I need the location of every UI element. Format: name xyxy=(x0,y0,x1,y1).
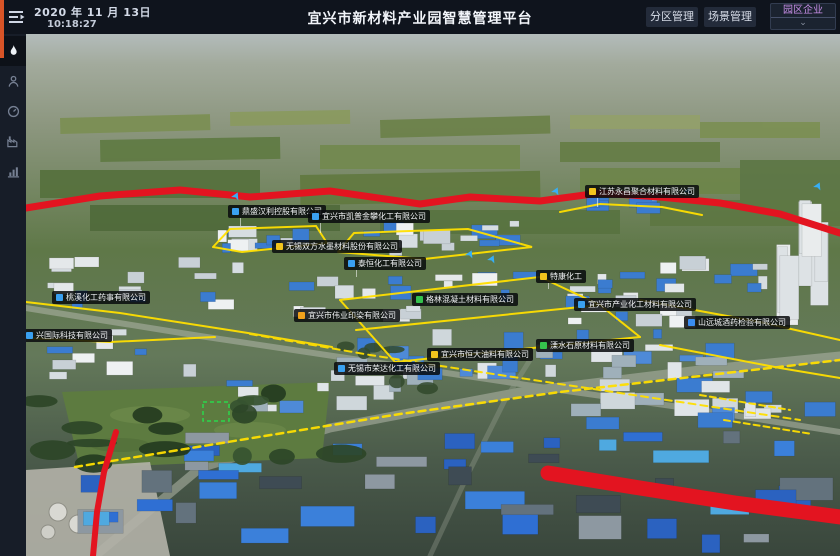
map-company-label[interactable]: 格林混凝土材料有限公司 xyxy=(412,293,518,306)
company-name: 兴国际科技有限公司 xyxy=(36,330,108,341)
map-company-label[interactable]: 宜兴市恒大油料有限公司 xyxy=(427,348,533,361)
company-name: 江苏永昌聚合材料有限公司 xyxy=(599,186,695,197)
chevron-down-icon: ⌄ xyxy=(771,18,835,29)
map-company-label[interactable]: 泰恒化工有限公司 xyxy=(344,257,426,270)
company-name: 宜兴市凯普金攀化工有限公司 xyxy=(322,211,426,222)
park-enterprise-dropdown[interactable]: 园区企业 ⌄ xyxy=(770,3,836,30)
flame-icon xyxy=(7,44,20,58)
person-icon xyxy=(7,75,20,88)
company-name: 特康化工 xyxy=(550,271,582,282)
map-company-label[interactable]: 宜兴市产业化工材料有限公司 xyxy=(574,298,696,311)
company-marker-icon xyxy=(348,260,355,267)
company-marker-icon xyxy=(589,188,596,195)
company-name: 溧水石原材料有限公司 xyxy=(550,340,630,351)
dropdown-selected-value: 园区企业 xyxy=(771,4,835,18)
company-marker-icon xyxy=(338,365,345,372)
map-company-label[interactable]: 特康化工 xyxy=(536,270,586,283)
company-name: 格林混凝土材料有限公司 xyxy=(426,294,514,305)
sidebar-item-factory[interactable] xyxy=(0,126,26,156)
company-marker-icon xyxy=(540,342,547,349)
company-marker-icon xyxy=(416,296,423,303)
company-name: 宜兴市产业化工材料有限公司 xyxy=(588,299,692,310)
company-marker-icon xyxy=(312,213,319,220)
company-marker-icon xyxy=(56,294,63,301)
scene-management-button[interactable]: 场景管理 xyxy=(704,7,756,27)
company-marker-icon xyxy=(431,351,438,358)
company-name: 泰恒化工有限公司 xyxy=(358,258,422,269)
sidebar-item-personnel[interactable] xyxy=(0,66,26,96)
bar-chart-icon xyxy=(7,165,20,178)
factory-icon xyxy=(6,135,20,148)
zone-management-button[interactable]: 分区管理 xyxy=(646,7,698,27)
company-marker-icon xyxy=(578,301,585,308)
map-company-label[interactable]: 无锡双方水墨材料股份有限公司 xyxy=(272,240,402,253)
company-marker-icon xyxy=(232,208,239,215)
map-company-label[interactable]: 宜兴市凯普金攀化工有限公司 xyxy=(308,210,430,223)
map-company-label[interactable]: 宜兴市伟业印染有限公司 xyxy=(294,309,400,322)
map-company-label[interactable]: 桃溪化工药事有限公司 xyxy=(52,291,150,304)
company-marker-icon xyxy=(26,332,33,339)
company-marker-icon xyxy=(276,243,283,250)
map-company-label[interactable]: 山远城酒药检验有限公司 xyxy=(684,316,790,329)
map-company-label[interactable]: 无锡市荣达化工有限公司 xyxy=(334,362,440,375)
map-company-label[interactable]: 溧水石原材料有限公司 xyxy=(536,339,634,352)
map-canvas[interactable] xyxy=(0,0,840,556)
company-name: 宜兴市伟业印染有限公司 xyxy=(308,310,396,321)
company-marker-icon xyxy=(540,273,547,280)
company-marker-icon xyxy=(688,319,695,326)
active-accent-bar xyxy=(0,0,4,58)
sidebar-item-statistics[interactable] xyxy=(0,156,26,186)
company-name: 无锡市荣达化工有限公司 xyxy=(348,363,436,374)
sidebar-item-monitor[interactable] xyxy=(0,96,26,126)
company-name: 山远城酒药检验有限公司 xyxy=(698,317,786,328)
company-marker-icon xyxy=(298,312,305,319)
map-company-label[interactable]: 兴国际科技有限公司 xyxy=(22,329,112,342)
company-name: 无锡双方水墨材料股份有限公司 xyxy=(286,241,398,252)
map-company-label[interactable]: 江苏永昌聚合材料有限公司 xyxy=(585,185,699,198)
header-bar: 2020 年 11 月 13日 10:18:27 宜兴市新材料产业园智慧管理平台… xyxy=(0,0,840,34)
sidebar xyxy=(0,34,26,556)
company-name: 桃溪化工药事有限公司 xyxy=(66,292,146,303)
gauge-icon xyxy=(7,105,20,118)
company-name: 宜兴市恒大油料有限公司 xyxy=(441,349,529,360)
app-window: 鼎盛汉利控股有限公司 宜兴市凯普金攀化工有限公司 无锡双方水墨材料股份有限公司 … xyxy=(0,0,840,556)
